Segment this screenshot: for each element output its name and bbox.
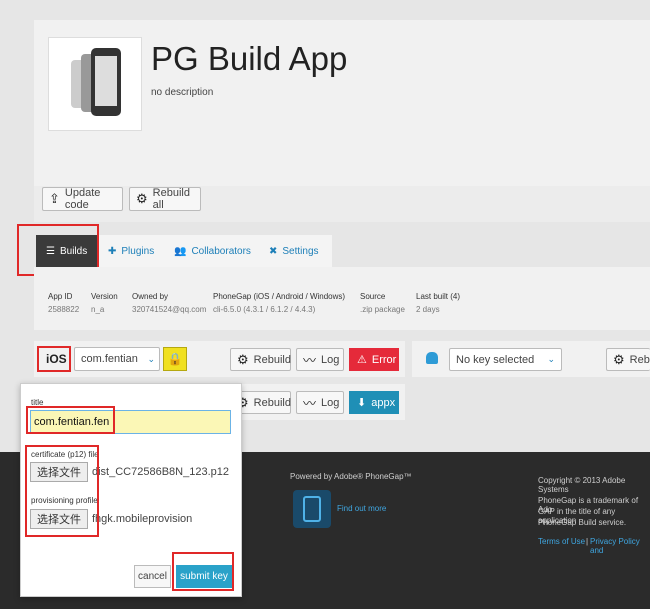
android-rebuild-button[interactable]: ⚙ Rebu <box>606 348 650 371</box>
meta-source-value: .zip package <box>360 305 405 314</box>
ios-error-button[interactable]: ⚠ Error <box>349 348 399 371</box>
footer-separator: | <box>586 537 589 546</box>
upload-icon: ⇪ <box>49 191 60 206</box>
title-input-highlight <box>26 406 115 434</box>
find-out-more-link[interactable]: Find out more <box>337 504 386 513</box>
app-description: no description <box>151 87 214 98</box>
ios-highlight <box>37 346 71 372</box>
tab-collaborators[interactable]: 👥 Collaborators <box>166 235 261 267</box>
ios-log-button[interactable]: 〰 Log <box>296 348 344 371</box>
submit-key-highlight <box>172 552 234 591</box>
meta-source: Source .zip package <box>360 292 405 314</box>
app-title: PG Build App <box>151 40 348 77</box>
windows-log-button[interactable]: 〰 Log <box>296 391 344 414</box>
tab-settings-label: Settings <box>282 245 319 257</box>
meta-phonegap-value: cli-6.5.0 (4.3.1 / 6.1.2 / 4.4.3) <box>213 305 316 314</box>
copyright-text: Copyright © 2013 Adobe Systems <box>538 476 626 494</box>
meta-app-id-value: 2588822 <box>48 305 80 314</box>
meta-app-id-header: App ID <box>48 292 73 301</box>
android-key-select[interactable]: No key selected ⌄ <box>449 348 562 371</box>
footer-powered: Powered by Adobe® PhoneGap™ <box>290 472 412 481</box>
update-code-button[interactable]: ⇪ Update code <box>42 187 123 211</box>
puzzle-icon: ✚ <box>108 245 117 257</box>
meta-owner-header: Owned by <box>132 292 169 301</box>
file-inputs-highlight <box>25 445 99 537</box>
meta-version-header: Version <box>91 292 118 301</box>
ios-rebuild-label: Rebuild <box>253 353 291 366</box>
ios-error-label: Error <box>371 353 397 366</box>
lock-icon: 🔒 <box>167 352 183 366</box>
rebuild-all-label: Rebuild all <box>152 187 190 211</box>
tab-plugins[interactable]: ✚ Plugins <box>98 235 166 267</box>
app-header: PG Build App no description <box>34 20 650 186</box>
gear-icon: ⚙ <box>613 351 625 367</box>
meta-version: Version n_a <box>91 292 118 314</box>
ios-key-select-value: com.fentian <box>81 353 138 365</box>
tab-settings[interactable]: ✖ Settings <box>261 235 332 267</box>
trademark-line-3: PhoneGap Build service. <box>538 518 627 527</box>
meta-last-built-value: 2 days <box>416 305 440 314</box>
meta-owner-value: 320741524@qq.com <box>132 305 207 314</box>
tab-collaborators-label: Collaborators <box>191 245 251 257</box>
warning-icon: ⚠ <box>357 354 367 366</box>
pulse-icon: 〰 <box>303 353 317 368</box>
ios-rebuild-button[interactable]: ⚙ Rebuild <box>230 348 291 371</box>
chevron-down-icon: ⌄ <box>147 353 155 364</box>
windows-log-label: Log <box>321 396 340 409</box>
meta-phonegap-header: PhoneGap (iOS / Android / Windows) <box>213 292 346 301</box>
prov-file-name: fhgk.mobileprovision <box>92 513 193 525</box>
meta-phonegap: PhoneGap (iOS / Android / Windows) cli-6… <box>213 292 345 314</box>
action-bar <box>34 186 650 222</box>
meta-last-built: Last built (4) 2 days <box>416 292 460 314</box>
android-icon <box>426 352 438 364</box>
update-code-label: Update code <box>64 187 101 211</box>
appx-button[interactable]: ⬇ appx <box>349 391 399 414</box>
ios-log-label: Log <box>321 353 340 366</box>
cancel-button[interactable]: cancel <box>134 565 171 588</box>
wrench-icon: ✖ <box>269 245 278 257</box>
privacy-link[interactable]: Privacy Policy and <box>590 537 650 555</box>
meta-owner: Owned by 320741524@qq.com <box>132 292 206 314</box>
meta-last-built-header: Last built (4) <box>416 292 461 301</box>
pulse-icon: 〰 <box>303 396 317 411</box>
phonegap-logo <box>293 490 331 528</box>
people-icon: 👥 <box>174 245 187 257</box>
app-meta: App ID 2588822 Version n_a Owned by 3207… <box>34 267 650 330</box>
cert-file-name: dist_CC72586B8N_123.p12 <box>92 466 229 478</box>
windows-rebuild-label: Rebuild <box>253 396 291 409</box>
lock-button[interactable]: 🔒 <box>163 347 187 371</box>
tab-plugins-label: Plugins <box>121 245 155 257</box>
ios-key-select[interactable]: com.fentian ⌄ <box>74 347 160 371</box>
rebuild-all-button[interactable]: ⚙ Rebuild all <box>129 187 201 211</box>
gear-icon: ⚙ <box>237 351 249 367</box>
cancel-label: cancel <box>138 571 167 582</box>
gear-icon: ⚙ <box>136 191 148 206</box>
android-key-select-value: No key selected <box>456 353 535 366</box>
appx-label: appx <box>371 396 396 409</box>
terms-link[interactable]: Terms of Use <box>538 537 585 546</box>
chevron-down-icon: ⌄ <box>547 354 555 364</box>
meta-version-value: n_a <box>91 305 105 314</box>
download-icon: ⬇ <box>357 397 367 409</box>
app-icon <box>48 37 142 131</box>
meta-source-header: Source <box>360 292 386 301</box>
android-rebuild-label: Rebu <box>629 353 650 366</box>
meta-app-id: App ID 2588822 <box>48 292 79 314</box>
